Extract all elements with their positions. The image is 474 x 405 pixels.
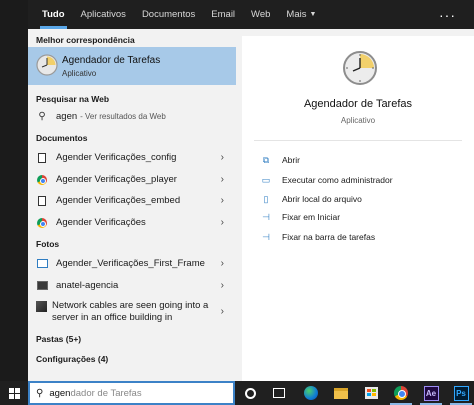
tab-documents[interactable]: Documentos bbox=[134, 0, 203, 29]
results-list: Melhor correspondência Agendador de Tare… bbox=[28, 29, 236, 381]
cortana-icon[interactable] bbox=[241, 384, 259, 402]
search-icon: ⚲ bbox=[36, 387, 44, 399]
chevron-right-icon[interactable]: › bbox=[221, 195, 224, 206]
photoshop-icon[interactable]: Ps bbox=[452, 384, 470, 402]
list-item-label: anatel-agencia bbox=[56, 280, 119, 291]
list-item-label: Agender Verificações_player bbox=[56, 174, 177, 185]
best-match-subtitle: Aplicativo bbox=[62, 69, 97, 78]
search-typed-text: agen bbox=[49, 387, 71, 399]
chevron-right-icon[interactable]: › bbox=[221, 217, 224, 228]
windows-logo-icon bbox=[8, 387, 20, 399]
web-query-suffix: - Ver resultados da Web bbox=[80, 112, 166, 121]
list-item[interactable]: Agender Verificações_config › bbox=[28, 147, 236, 168]
photo-icon bbox=[36, 301, 47, 312]
list-item-label: Agender Verificações_embed bbox=[56, 195, 181, 206]
best-match-item[interactable]: Agendador de Tarefas Aplicativo bbox=[28, 47, 236, 85]
action-label: Executar como administrador bbox=[282, 175, 393, 185]
list-item[interactable]: Agender Verificações › bbox=[28, 212, 236, 233]
list-item-label: Agender Verificações bbox=[56, 217, 146, 228]
divider bbox=[254, 140, 462, 141]
chrome-icon bbox=[37, 174, 47, 185]
list-item[interactable]: Network cables are seen going into a ser… bbox=[28, 297, 236, 329]
document-icon bbox=[38, 195, 46, 206]
start-button[interactable] bbox=[0, 381, 28, 405]
tab-apps[interactable]: Aplicativos bbox=[73, 0, 134, 29]
file-explorer-icon[interactable] bbox=[332, 384, 350, 402]
settings-group[interactable]: Configurações (4) bbox=[36, 354, 108, 364]
chevron-right-icon[interactable]: › bbox=[221, 280, 224, 291]
list-item[interactable]: Agender Verificações_player › bbox=[28, 169, 236, 190]
document-icon bbox=[38, 152, 46, 163]
ellipsis-icon[interactable]: ··· bbox=[439, 0, 456, 29]
file-location-icon: ▯ bbox=[263, 193, 269, 204]
tab-label: Tudo bbox=[42, 9, 65, 20]
chrome-icon[interactable] bbox=[392, 384, 410, 402]
search-autocomplete-text: dador de Tarefas bbox=[70, 387, 142, 399]
action-run-as-admin[interactable]: ▭ Executar como administrador bbox=[260, 172, 393, 188]
tab-label: Mais bbox=[286, 9, 307, 20]
folders-group[interactable]: Pastas (5+) bbox=[36, 334, 81, 344]
tab-label: Email bbox=[211, 9, 236, 20]
list-item[interactable]: Agender_Verificações_First_Frame › bbox=[28, 253, 236, 274]
pin-taskbar-icon: ⊣ bbox=[262, 231, 270, 242]
task-scheduler-clock-icon bbox=[36, 54, 58, 76]
taskbar-search-box[interactable]: ⚲ agen dador de Tarefas bbox=[28, 381, 235, 405]
action-label: Fixar em Iniciar bbox=[282, 212, 341, 222]
chevron-right-icon[interactable]: › bbox=[221, 152, 224, 163]
list-item-label: server in an office building in bbox=[52, 312, 173, 323]
photo-icon bbox=[36, 281, 48, 290]
chevron-right-icon[interactable]: › bbox=[221, 306, 224, 317]
preview-pane: Agendador de Tarefas Aplicativo ⧉ Abrir … bbox=[242, 36, 474, 381]
image-icon bbox=[36, 259, 48, 268]
web-heading: Pesquisar na Web bbox=[36, 94, 110, 104]
action-open[interactable]: ⧉ Abrir bbox=[260, 152, 300, 168]
action-label: Abrir bbox=[282, 155, 300, 165]
task-scheduler-clock-icon bbox=[343, 51, 377, 85]
action-pin-start[interactable]: ⊣ Fixar em Iniciar bbox=[260, 209, 340, 225]
after-effects-icon[interactable]: Ae bbox=[422, 384, 440, 402]
web-search-item[interactable]: ⚲ agen - Ver resultados da Web bbox=[28, 106, 236, 127]
list-item-label: Network cables are seen going into a bbox=[52, 300, 209, 311]
search-tabs: Tudo Aplicativos Documentos Email Web Ma… bbox=[28, 0, 474, 29]
preview-title: Agendador de Tarefas bbox=[303, 98, 413, 110]
tab-web[interactable]: Web bbox=[243, 0, 278, 29]
edge-icon[interactable] bbox=[302, 384, 320, 402]
tab-more[interactable]: Mais ▼ bbox=[278, 0, 324, 29]
taskbar: ⚲ agen dador de Tarefas Ae Ps bbox=[0, 381, 474, 405]
caret-down-icon: ▼ bbox=[309, 11, 317, 18]
action-open-file-location[interactable]: ▯ Abrir local do arquivo bbox=[260, 191, 362, 207]
search-icon: ⚲ bbox=[38, 111, 46, 122]
search-panel: Tudo Aplicativos Documentos Email Web Ma… bbox=[28, 0, 474, 381]
tab-email[interactable]: Email bbox=[203, 0, 243, 29]
list-item-label: Agender_Verificações_First_Frame bbox=[56, 258, 205, 269]
store-icon[interactable] bbox=[362, 384, 380, 402]
list-item[interactable]: anatel-agencia › bbox=[28, 275, 236, 296]
preview-subtitle: Aplicativo bbox=[340, 116, 376, 125]
tab-label: Aplicativos bbox=[80, 9, 126, 20]
list-item-label: Agender Verificações_config bbox=[56, 152, 177, 163]
photos-heading: Fotos bbox=[36, 239, 60, 249]
tab-label: Web bbox=[251, 9, 271, 20]
action-pin-taskbar[interactable]: ⊣ Fixar na barra de tarefas bbox=[260, 229, 375, 245]
pin-start-icon: ⊣ bbox=[262, 211, 270, 222]
chevron-right-icon[interactable]: › bbox=[221, 174, 224, 185]
chrome-icon bbox=[37, 217, 47, 228]
best-match-title: Agendador de Tarefas bbox=[62, 55, 161, 66]
run-as-admin-icon: ▭ bbox=[261, 174, 271, 185]
tab-all[interactable]: Tudo bbox=[34, 0, 73, 29]
open-icon: ⧉ bbox=[262, 154, 270, 165]
action-label: Abrir local do arquivo bbox=[282, 194, 362, 204]
list-item[interactable]: Agender Verificações_embed › bbox=[28, 190, 236, 211]
tab-label: Documentos bbox=[141, 9, 196, 20]
chevron-right-icon[interactable]: › bbox=[221, 258, 224, 269]
task-view-icon[interactable] bbox=[270, 384, 288, 402]
best-match-heading: Melhor correspondência bbox=[36, 35, 135, 45]
web-query: agen bbox=[56, 111, 78, 122]
action-label: Fixar na barra de tarefas bbox=[282, 232, 376, 242]
documents-heading: Documentos bbox=[36, 133, 88, 143]
